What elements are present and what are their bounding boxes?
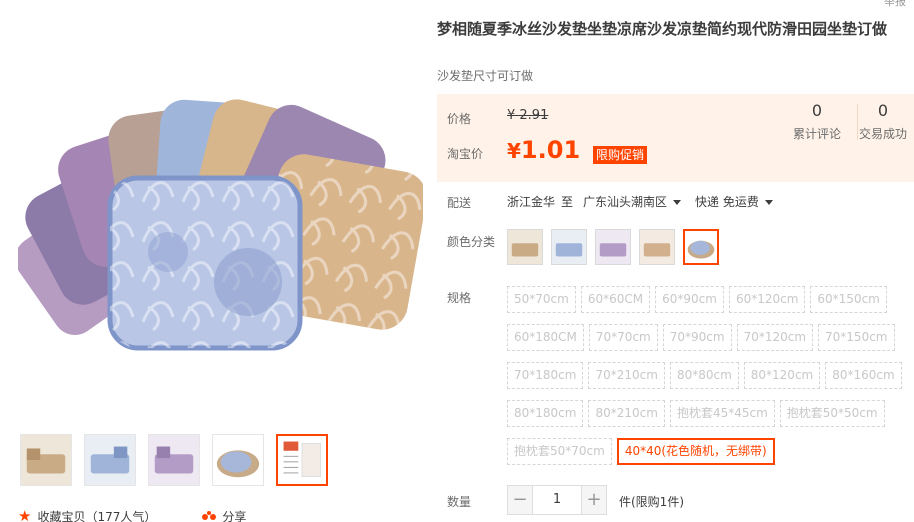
color-swatch-beige[interactable] xyxy=(507,229,543,265)
color-swatch-bundle[interactable] xyxy=(683,229,719,265)
main-product-image xyxy=(15,92,427,357)
spec-option[interactable]: 60*180CM xyxy=(507,324,584,351)
share-icon xyxy=(202,510,217,520)
spec-option[interactable]: 70*180cm xyxy=(507,362,584,389)
sales-label: 交易成功 xyxy=(858,127,907,141)
spec-row: 80*180cm 80*210cm 抱枕套45*45cm 抱枕套50*50cm xyxy=(507,400,907,427)
spec-option[interactable]: 抱枕套45*45cm xyxy=(669,400,775,427)
price-label: 价格 xyxy=(447,112,472,126)
shipping-label: 配送 xyxy=(447,196,472,210)
spec-option[interactable]: 80*210cm xyxy=(588,400,665,427)
promo-price-value: 1.01 xyxy=(520,136,581,164)
thumbnail-purple-sofa[interactable] xyxy=(148,434,200,486)
spec-row: 抱枕套50*70cm 40*40(花色随机，无绑带) xyxy=(507,438,907,465)
spec-option[interactable]: 70*210cm xyxy=(588,362,665,389)
bottom-actions: ★ 收藏宝贝（177人气） 分享 xyxy=(18,508,246,522)
reviews-stat[interactable]: 0 累计评论 xyxy=(785,102,849,142)
shipping-origin: 浙江金华 xyxy=(507,195,556,209)
spec-option[interactable]: 80*120cm xyxy=(743,362,821,389)
color-swatch-blue[interactable] xyxy=(551,229,587,265)
spec-option[interactable]: 60*90cm xyxy=(655,286,724,313)
spec-option[interactable]: 70*120cm xyxy=(736,324,814,351)
spec-option[interactable]: 抱枕套50*70cm xyxy=(507,438,612,465)
quantity-stepper: − 1 + xyxy=(507,485,607,515)
favorite-label: 收藏宝贝（177人气） xyxy=(37,510,157,522)
taobao-price-label: 淘宝价 xyxy=(447,147,484,161)
spec-row: 70*180cm 70*210cm 80*80cm 80*120cm 80*16… xyxy=(507,362,907,389)
quantity-input[interactable]: 1 xyxy=(533,485,581,515)
spec-option[interactable]: 60*120cm xyxy=(728,286,806,313)
product-page: 举报 ★ 收藏宝贝（177人气） 分享 梦相随夏季冰丝沙发垫坐垫凉席沙发凉垫简约… xyxy=(0,0,914,522)
spec-options: 50*70cm 60*60CM 60*90cm 60*120cm 60*150c… xyxy=(507,286,907,476)
quantity-decrease-button[interactable]: − xyxy=(507,485,533,515)
reviews-label: 累计评论 xyxy=(792,127,841,141)
shipping-row: 浙江金华 至 广东汕头潮南区 快递 免运费 xyxy=(507,193,773,210)
spec-option[interactable]: 80*160cm xyxy=(825,362,902,389)
spec-row: 50*70cm 60*60CM 60*90cm 60*120cm 60*150c… xyxy=(507,286,907,313)
thumbnail-beige-sofa[interactable] xyxy=(20,434,72,486)
thumbnail-size-chart[interactable] xyxy=(276,434,328,486)
color-swatch-tan[interactable] xyxy=(639,229,675,265)
thumbnail-strip xyxy=(20,434,328,486)
spec-option[interactable]: 70*70cm xyxy=(588,324,658,351)
product-subtitle: 沙发垫尺寸可订做 xyxy=(437,69,534,83)
original-price: ¥ 2.91 xyxy=(507,108,549,123)
share-button[interactable]: 分享 xyxy=(202,508,246,522)
spec-label: 规格 xyxy=(447,291,472,305)
spec-option-selected[interactable]: 40*40(花色随机，无绑带) xyxy=(616,438,775,465)
quantity-label: 数量 xyxy=(447,495,472,509)
report-link[interactable]: 举报 xyxy=(884,0,906,9)
currency-symbol: ¥ xyxy=(507,139,521,163)
quantity-increase-button[interactable]: + xyxy=(581,485,607,515)
destination-select[interactable]: 广东汕头潮南区 xyxy=(583,193,682,210)
spec-option[interactable]: 60*150cm xyxy=(810,286,887,313)
spec-option[interactable]: 抱枕套50*50cm xyxy=(779,400,885,427)
star-icon: ★ xyxy=(18,507,32,522)
spec-option[interactable]: 80*180cm xyxy=(507,400,584,427)
color-swatches xyxy=(507,229,719,265)
spec-option[interactable]: 80*80cm xyxy=(669,362,739,389)
quantity-limit-note: 件(限购1件) xyxy=(619,495,684,509)
color-swatch-purple[interactable] xyxy=(595,229,631,265)
shipping-method-select[interactable]: 快递 免运费 xyxy=(695,193,773,210)
shipping-method-text: 快递 免运费 xyxy=(695,195,759,209)
price-panel: 价格 ¥ 2.91 淘宝价 ¥1.01 限购促销 0 累计评论 0 交易成功 xyxy=(437,94,914,182)
sales-count: 0 xyxy=(877,101,889,120)
color-label: 颜色分类 xyxy=(447,235,496,249)
spec-option[interactable]: 70*150cm xyxy=(818,324,895,351)
product-title: 梦相随夏季冰丝沙发垫坐垫凉席沙发凉垫简约现代防滑田园坐垫订做 xyxy=(437,20,888,38)
chevron-down-icon xyxy=(764,200,773,205)
reviews-count: 0 xyxy=(811,101,823,120)
shipping-to: 至 xyxy=(561,195,574,209)
chevron-down-icon xyxy=(673,200,682,205)
sales-stat[interactable]: 0 交易成功 xyxy=(855,102,911,142)
thumbnail-cushion-stack[interactable] xyxy=(212,434,264,486)
thumbnail-blue-sofa[interactable] xyxy=(84,434,136,486)
promo-badge: 限购促销 xyxy=(593,146,648,164)
promo-price: ¥1.01 xyxy=(507,136,580,164)
favorite-button[interactable]: ★ 收藏宝贝（177人气） xyxy=(18,508,156,522)
spec-option[interactable]: 70*90cm xyxy=(662,324,732,351)
spec-option[interactable]: 60*60CM xyxy=(580,286,651,313)
share-label: 分享 xyxy=(222,510,247,522)
spec-option[interactable]: 50*70cm xyxy=(507,286,576,313)
spec-row: 60*180CM 70*70cm 70*90cm 70*120cm 70*150… xyxy=(507,324,907,351)
destination-text: 广东汕头潮南区 xyxy=(583,195,668,209)
